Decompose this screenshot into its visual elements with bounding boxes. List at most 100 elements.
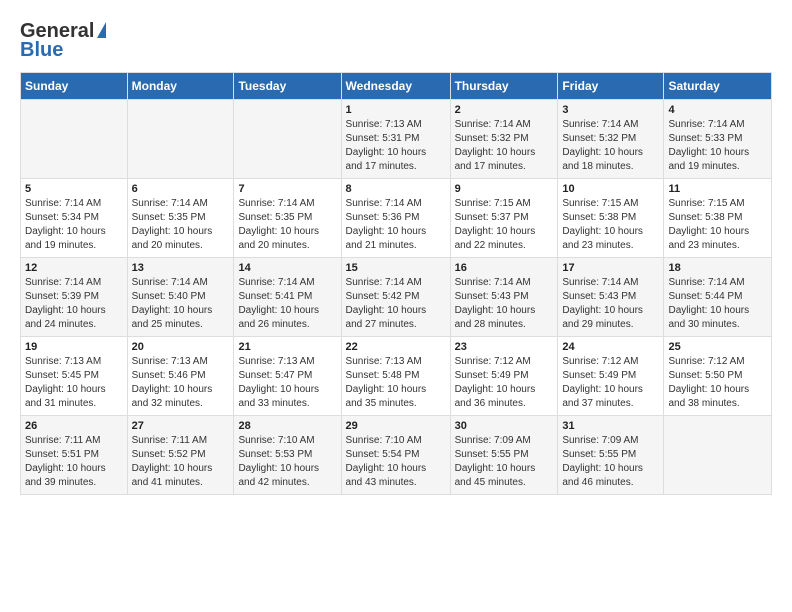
day-content: Sunrise: 7:12 AM Sunset: 5:49 PM Dayligh… <box>455 355 554 411</box>
calendar-cell: 30 Sunrise: 7:09 AM Sunset: 5:55 PM Dayli… <box>450 416 558 495</box>
calendar-cell: 8 Sunrise: 7:14 AM Sunset: 5:36 PM Daylig… <box>341 179 450 258</box>
day-number: 4 <box>668 104 767 116</box>
day-number: 16 <box>455 262 554 274</box>
day-number: 2 <box>455 104 554 116</box>
calendar-cell: 16 Sunrise: 7:14 AM Sunset: 5:43 PM Dayli… <box>450 258 558 337</box>
day-content: Sunrise: 7:11 AM Sunset: 5:52 PM Dayligh… <box>132 434 230 490</box>
calendar-cell: 18 Sunrise: 7:14 AM Sunset: 5:44 PM Dayli… <box>664 258 772 337</box>
day-content: Sunrise: 7:14 AM Sunset: 5:32 PM Dayligh… <box>562 118 659 174</box>
calendar-cell: 3 Sunrise: 7:14 AM Sunset: 5:32 PM Daylig… <box>558 100 664 179</box>
day-number: 10 <box>562 183 659 195</box>
day-number: 26 <box>25 420 123 432</box>
day-content: Sunrise: 7:14 AM Sunset: 5:42 PM Dayligh… <box>346 276 446 332</box>
day-content: Sunrise: 7:14 AM Sunset: 5:36 PM Dayligh… <box>346 197 446 253</box>
calendar-cell <box>664 416 772 495</box>
day-content: Sunrise: 7:15 AM Sunset: 5:38 PM Dayligh… <box>668 197 767 253</box>
day-content: Sunrise: 7:10 AM Sunset: 5:53 PM Dayligh… <box>238 434 336 490</box>
day-number: 5 <box>25 183 123 195</box>
logo: General Blue <box>20 20 106 62</box>
day-number: 7 <box>238 183 336 195</box>
day-content: Sunrise: 7:14 AM Sunset: 5:43 PM Dayligh… <box>455 276 554 332</box>
calendar-cell: 10 Sunrise: 7:15 AM Sunset: 5:38 PM Dayli… <box>558 179 664 258</box>
calendar-week-row: 19 Sunrise: 7:13 AM Sunset: 5:45 PM Dayli… <box>21 337 772 416</box>
day-content: Sunrise: 7:14 AM Sunset: 5:35 PM Dayligh… <box>238 197 336 253</box>
calendar-week-row: 12Sunrise: 7:14 AM Sunset: 5:39 PM Dayli… <box>21 258 772 337</box>
calendar-cell: 29 Sunrise: 7:10 AM Sunset: 5:54 PM Dayli… <box>341 416 450 495</box>
day-number: 29 <box>346 420 446 432</box>
day-content: Sunrise: 7:14 AM Sunset: 5:43 PM Dayligh… <box>562 276 659 332</box>
calendar-cell: 27 Sunrise: 7:11 AM Sunset: 5:52 PM Dayli… <box>127 416 234 495</box>
day-content: Sunrise: 7:13 AM Sunset: 5:45 PM Dayligh… <box>25 355 123 411</box>
day-content: Sunrise: 7:14 AM Sunset: 5:34 PM Dayligh… <box>25 197 123 253</box>
day-header-saturday: Saturday <box>664 73 772 100</box>
calendar-cell <box>234 100 341 179</box>
calendar-cell: 23 Sunrise: 7:12 AM Sunset: 5:49 PM Dayli… <box>450 337 558 416</box>
day-number: 9 <box>455 183 554 195</box>
day-number: 19 <box>25 341 123 353</box>
calendar-cell: 28 Sunrise: 7:10 AM Sunset: 5:53 PM Dayli… <box>234 416 341 495</box>
calendar-cell: 17Sunrise: 7:14 AM Sunset: 5:43 PM Dayli… <box>558 258 664 337</box>
calendar-cell: 25Sunrise: 7:12 AM Sunset: 5:50 PM Dayli… <box>664 337 772 416</box>
day-content: Sunrise: 7:15 AM Sunset: 5:37 PM Dayligh… <box>455 197 554 253</box>
calendar-cell: 24Sunrise: 7:12 AM Sunset: 5:49 PM Dayli… <box>558 337 664 416</box>
calendar-cell: 19 Sunrise: 7:13 AM Sunset: 5:45 PM Dayli… <box>21 337 128 416</box>
day-number: 6 <box>132 183 230 195</box>
day-content: Sunrise: 7:13 AM Sunset: 5:31 PM Dayligh… <box>346 118 446 174</box>
day-number: 20 <box>132 341 230 353</box>
day-number: 14 <box>238 262 336 274</box>
day-number: 24 <box>562 341 659 353</box>
calendar-table: SundayMondayTuesdayWednesdayThursdayFrid… <box>20 72 772 495</box>
calendar-cell: 13Sunrise: 7:14 AM Sunset: 5:40 PM Dayli… <box>127 258 234 337</box>
calendar-cell: 14 Sunrise: 7:14 AM Sunset: 5:41 PM Dayli… <box>234 258 341 337</box>
calendar-cell: 15 Sunrise: 7:14 AM Sunset: 5:42 PM Dayli… <box>341 258 450 337</box>
day-number: 15 <box>346 262 446 274</box>
day-number: 8 <box>346 183 446 195</box>
calendar-cell: 7 Sunrise: 7:14 AM Sunset: 5:35 PM Daylig… <box>234 179 341 258</box>
day-number: 3 <box>562 104 659 116</box>
calendar-week-row: 1 Sunrise: 7:13 AM Sunset: 5:31 PM Daylig… <box>21 100 772 179</box>
day-header-tuesday: Tuesday <box>234 73 341 100</box>
day-content: Sunrise: 7:11 AM Sunset: 5:51 PM Dayligh… <box>25 434 123 490</box>
calendar-cell: 9 Sunrise: 7:15 AM Sunset: 5:37 PM Daylig… <box>450 179 558 258</box>
calendar-cell: 5 Sunrise: 7:14 AM Sunset: 5:34 PM Daylig… <box>21 179 128 258</box>
day-content: Sunrise: 7:14 AM Sunset: 5:33 PM Dayligh… <box>668 118 767 174</box>
day-number: 21 <box>238 341 336 353</box>
day-content: Sunrise: 7:12 AM Sunset: 5:50 PM Dayligh… <box>668 355 767 411</box>
day-content: Sunrise: 7:13 AM Sunset: 5:47 PM Dayligh… <box>238 355 336 411</box>
day-header-monday: Monday <box>127 73 234 100</box>
day-content: Sunrise: 7:13 AM Sunset: 5:46 PM Dayligh… <box>132 355 230 411</box>
day-content: Sunrise: 7:13 AM Sunset: 5:48 PM Dayligh… <box>346 355 446 411</box>
day-number: 11 <box>668 183 767 195</box>
day-content: Sunrise: 7:15 AM Sunset: 5:38 PM Dayligh… <box>562 197 659 253</box>
calendar-cell: 6Sunrise: 7:14 AM Sunset: 5:35 PM Daylig… <box>127 179 234 258</box>
calendar-cell: 1 Sunrise: 7:13 AM Sunset: 5:31 PM Daylig… <box>341 100 450 179</box>
calendar-week-row: 26 Sunrise: 7:11 AM Sunset: 5:51 PM Dayli… <box>21 416 772 495</box>
calendar-cell <box>127 100 234 179</box>
day-header-sunday: Sunday <box>21 73 128 100</box>
logo-triangle-icon <box>97 22 106 38</box>
day-number: 22 <box>346 341 446 353</box>
day-header-wednesday: Wednesday <box>341 73 450 100</box>
calendar-cell: 21 Sunrise: 7:13 AM Sunset: 5:47 PM Dayli… <box>234 337 341 416</box>
day-number: 31 <box>562 420 659 432</box>
day-number: 23 <box>455 341 554 353</box>
day-number: 27 <box>132 420 230 432</box>
day-content: Sunrise: 7:14 AM Sunset: 5:40 PM Dayligh… <box>132 276 230 332</box>
day-number: 18 <box>668 262 767 274</box>
page-container: General Blue SundayMondayTuesdayWednesda… <box>0 0 792 505</box>
day-number: 1 <box>346 104 446 116</box>
day-content: Sunrise: 7:09 AM Sunset: 5:55 PM Dayligh… <box>455 434 554 490</box>
calendar-cell: 20 Sunrise: 7:13 AM Sunset: 5:46 PM Dayli… <box>127 337 234 416</box>
calendar-cell: 31 Sunrise: 7:09 AM Sunset: 5:55 PM Dayli… <box>558 416 664 495</box>
calendar-week-row: 5 Sunrise: 7:14 AM Sunset: 5:34 PM Daylig… <box>21 179 772 258</box>
calendar-cell: 12Sunrise: 7:14 AM Sunset: 5:39 PM Dayli… <box>21 258 128 337</box>
day-number: 28 <box>238 420 336 432</box>
calendar-cell: 22 Sunrise: 7:13 AM Sunset: 5:48 PM Dayli… <box>341 337 450 416</box>
day-content: Sunrise: 7:10 AM Sunset: 5:54 PM Dayligh… <box>346 434 446 490</box>
day-content: Sunrise: 7:09 AM Sunset: 5:55 PM Dayligh… <box>562 434 659 490</box>
day-content: Sunrise: 7:14 AM Sunset: 5:41 PM Dayligh… <box>238 276 336 332</box>
day-number: 30 <box>455 420 554 432</box>
day-content: Sunrise: 7:14 AM Sunset: 5:44 PM Dayligh… <box>668 276 767 332</box>
calendar-cell: 26 Sunrise: 7:11 AM Sunset: 5:51 PM Dayli… <box>21 416 128 495</box>
page-header: General Blue <box>20 20 772 62</box>
